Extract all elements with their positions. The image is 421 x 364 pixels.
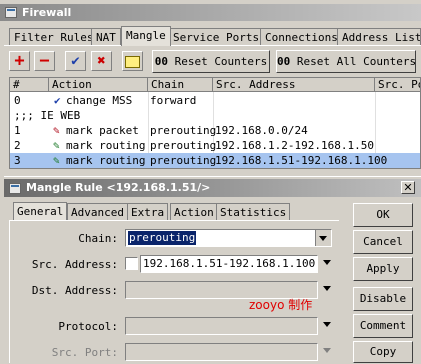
- comment-row[interactable]: ;;; IE WEB: [10, 108, 420, 123]
- row-action: mark packet: [66, 124, 139, 137]
- enable-button[interactable]: ✔: [65, 51, 86, 71]
- src-address-label: Src. Address:: [31, 258, 118, 271]
- dialog-title: Mangle Rule <192.168.1.51/>: [26, 181, 211, 194]
- src-port-label: Src. Port:: [51, 346, 118, 359]
- chain-value: prerouting: [128, 231, 197, 245]
- row-number: 2: [14, 139, 21, 152]
- tab-service-ports[interactable]: Service Ports: [168, 28, 265, 46]
- cancel-button[interactable]: Cancel: [353, 230, 413, 254]
- column-header-number[interactable]: #: [10, 78, 49, 92]
- row-number: 1: [14, 124, 21, 137]
- row-src-address: 192.168.1.51-192.168.1.100: [215, 154, 388, 167]
- reset-all-counters-button[interactable]: 00 Reset All Counters: [276, 50, 416, 73]
- close-icon: ✕: [403, 181, 413, 194]
- reset-counters-button[interactable]: 00 Reset Counters: [152, 50, 270, 73]
- row-action: change MSS: [66, 94, 133, 107]
- src-address-input[interactable]: 192.168.1.51-192.168.1.100: [140, 255, 318, 273]
- tab-action[interactable]: Action: [170, 203, 218, 220]
- tab-nat[interactable]: NAT: [91, 28, 121, 46]
- apply-button[interactable]: Apply: [353, 257, 413, 281]
- chain-dropdown-button[interactable]: [315, 230, 331, 246]
- row-chain: forward: [150, 94, 197, 107]
- ok-button[interactable]: OK: [353, 203, 413, 227]
- comment-icon: [125, 56, 140, 68]
- column-header-chain[interactable]: Chain: [148, 78, 213, 92]
- row-action: mark routing: [66, 154, 146, 167]
- check-icon: ✔: [71, 53, 80, 69]
- copy-button[interactable]: Copy: [353, 341, 413, 363]
- window-icon: [5, 7, 17, 18]
- tab-address-lists[interactable]: Address Lists: [337, 28, 421, 46]
- chain-select[interactable]: prerouting: [125, 229, 332, 247]
- counter-icon: 00: [277, 55, 291, 68]
- watermark-text: zooyo 制作: [249, 298, 313, 312]
- src-port-expand-icon[interactable]: [323, 348, 331, 353]
- dst-address-expand-icon[interactable]: [323, 286, 331, 291]
- dialog-title-bar[interactable]: Mangle Rule <192.168.1.51/> ✕: [4, 179, 421, 197]
- src-address-value: 192.168.1.51-192.168.1.100: [143, 257, 316, 270]
- protocol-select[interactable]: [125, 317, 318, 335]
- src-address-negate-checkbox[interactable]: [125, 257, 138, 270]
- cross-icon: ✖: [97, 53, 106, 69]
- row-chain: prerouting: [150, 124, 217, 137]
- row-number: 3: [14, 154, 21, 167]
- plus-icon: +: [14, 51, 25, 71]
- add-button[interactable]: +: [9, 51, 30, 71]
- column-header-src-address[interactable]: Src. Address: [213, 78, 375, 92]
- tab-filter-rules[interactable]: Filter Rules: [9, 28, 99, 46]
- counter-icon: 00: [154, 55, 168, 68]
- tab-general[interactable]: General: [13, 202, 68, 221]
- row-action: mark routing: [66, 139, 146, 152]
- tab-connections[interactable]: Connections: [260, 28, 343, 46]
- comment-dialog-button[interactable]: Comment: [353, 314, 413, 338]
- src-port-input[interactable]: [125, 343, 318, 361]
- column-header-src-port[interactable]: Src. Po: [375, 78, 420, 92]
- row-chain: prerouting: [150, 139, 217, 152]
- row-src-address: 192.168.1.2-192.168.1.50: [215, 139, 374, 152]
- mangle-rules-table[interactable]: # Action Chain Src. Address Src. Po 0 ✔ …: [9, 77, 421, 169]
- table-row-selected[interactable]: 3 ✎ mark routing prerouting 192.168.1.51…: [10, 153, 420, 168]
- tab-mangle[interactable]: Mangle: [121, 26, 171, 46]
- disable-button[interactable]: Disable: [353, 287, 413, 311]
- protocol-label: Protocol:: [58, 320, 118, 333]
- src-address-expand-icon[interactable]: [323, 260, 331, 265]
- row-number: 0: [14, 94, 21, 107]
- tab-divider: [4, 45, 421, 46]
- chevron-down-icon: [319, 236, 327, 241]
- chain-label: Chain:: [78, 232, 118, 245]
- row-comment: ;;; IE WEB: [14, 109, 81, 122]
- table-row[interactable]: 1 ✎ mark packet prerouting 192.168.0.0/2…: [10, 123, 420, 138]
- column-header-action[interactable]: Action: [49, 78, 148, 92]
- protocol-expand-icon[interactable]: [323, 322, 331, 327]
- row-src-address: 192.168.0.0/24: [215, 124, 308, 137]
- table-row[interactable]: 2 ✎ mark routing prerouting 192.168.1.2-…: [10, 138, 420, 153]
- table-row[interactable]: 0 ✔ change MSS forward: [10, 93, 420, 108]
- comment-button[interactable]: [122, 51, 143, 71]
- check-icon: ✔: [54, 94, 61, 107]
- firewall-title-bar[interactable]: Firewall: [0, 4, 421, 21]
- window-title: Firewall: [22, 6, 72, 19]
- remove-button[interactable]: −: [34, 51, 55, 71]
- tab-extra[interactable]: Extra: [127, 203, 169, 220]
- close-button[interactable]: ✕: [401, 181, 415, 194]
- row-chain: prerouting: [150, 154, 217, 167]
- tab-advanced[interactable]: Advanced: [67, 203, 128, 220]
- disable-button[interactable]: ✖: [91, 51, 112, 71]
- pen-icon: ✎: [53, 139, 60, 152]
- tab-statistics[interactable]: Statistics: [216, 203, 291, 220]
- pen-icon: ✎: [53, 124, 60, 137]
- pen-icon: ✎: [53, 154, 60, 167]
- minus-icon: −: [39, 51, 50, 71]
- window-icon: [9, 183, 21, 194]
- dst-address-label: Dst. Address:: [31, 284, 118, 297]
